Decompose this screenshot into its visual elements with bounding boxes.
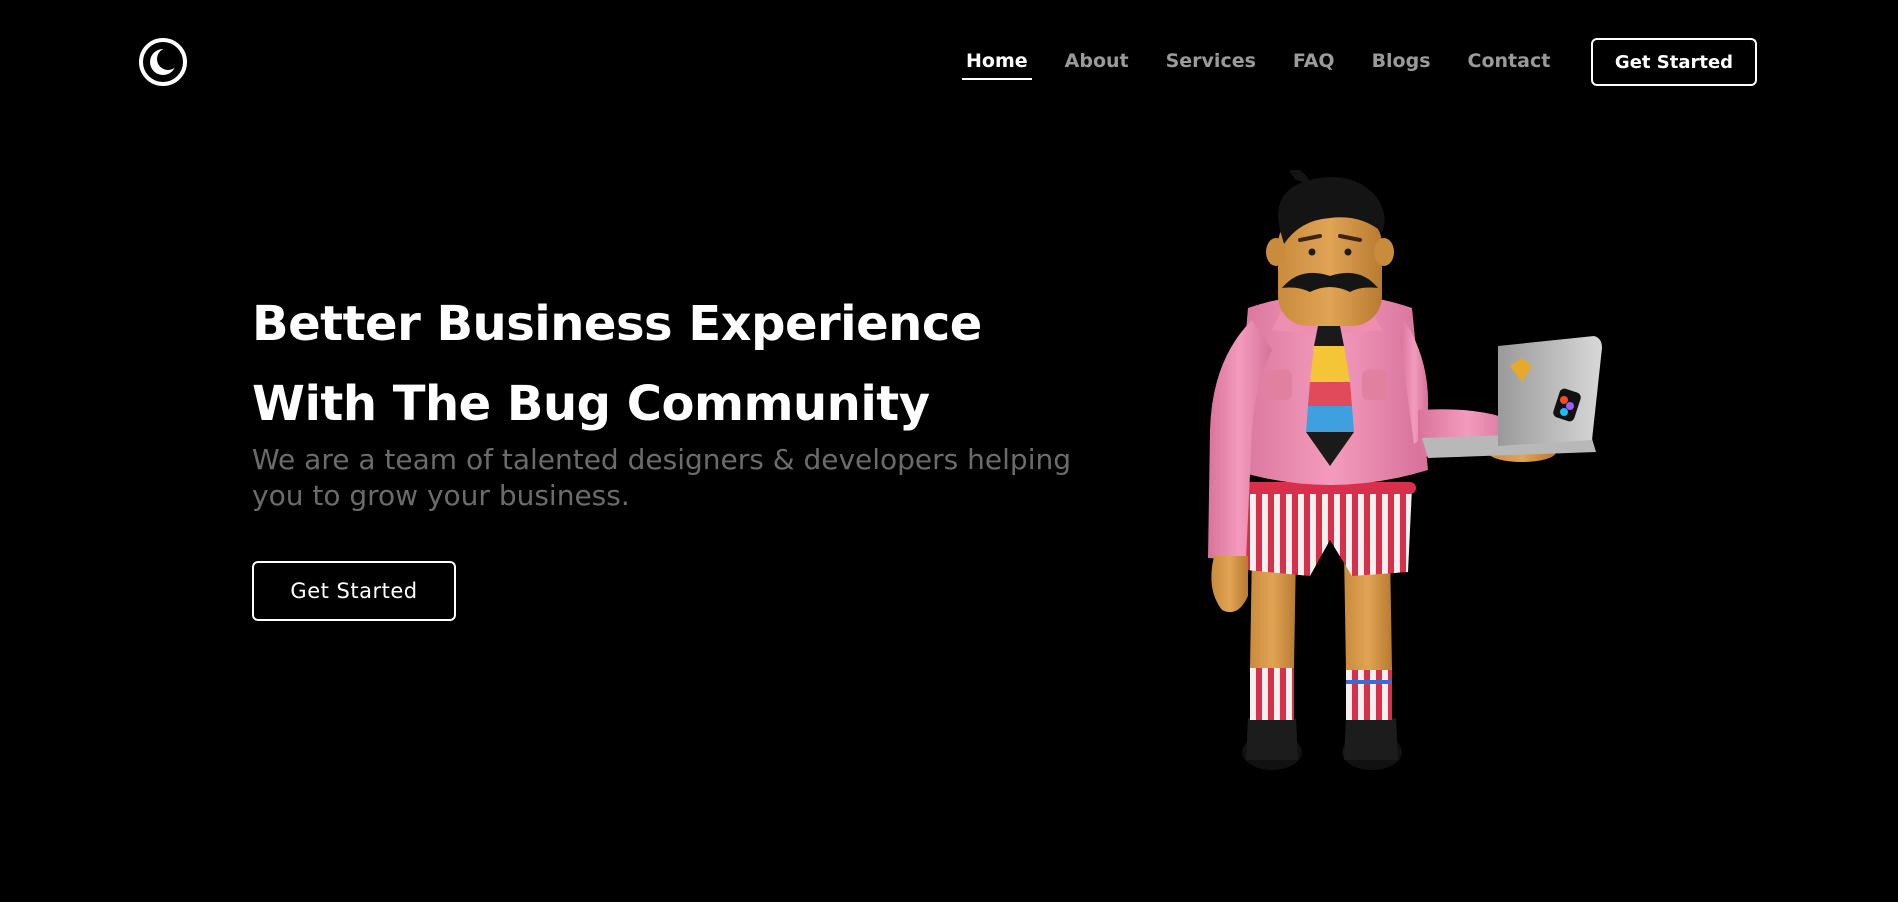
hero-title-line2: With The Bug Community	[252, 376, 930, 432]
nav-home[interactable]: Home	[962, 50, 1032, 80]
main-nav: Home About Services FAQ Blogs Contact	[962, 50, 1587, 80]
nav-contact[interactable]: Contact	[1468, 50, 1551, 80]
nav-services[interactable]: Services	[1166, 50, 1256, 80]
hero-subtitle: We are a team of talented designers & de…	[252, 443, 1071, 512]
hero-title-line1: Better Business Experience	[252, 296, 982, 352]
character-illustration	[1208, 170, 1602, 770]
hero-title: Better Business Experience With The Bug …	[252, 284, 1012, 444]
hero-get-started-button[interactable]: Get Started	[252, 561, 456, 621]
nav-faq[interactable]: FAQ	[1293, 50, 1335, 80]
nav-about[interactable]: About	[1065, 50, 1129, 80]
header-get-started-button[interactable]: Get Started	[1591, 38, 1757, 86]
logo-icon[interactable]	[138, 37, 188, 87]
nav-blogs[interactable]: Blogs	[1372, 50, 1431, 80]
